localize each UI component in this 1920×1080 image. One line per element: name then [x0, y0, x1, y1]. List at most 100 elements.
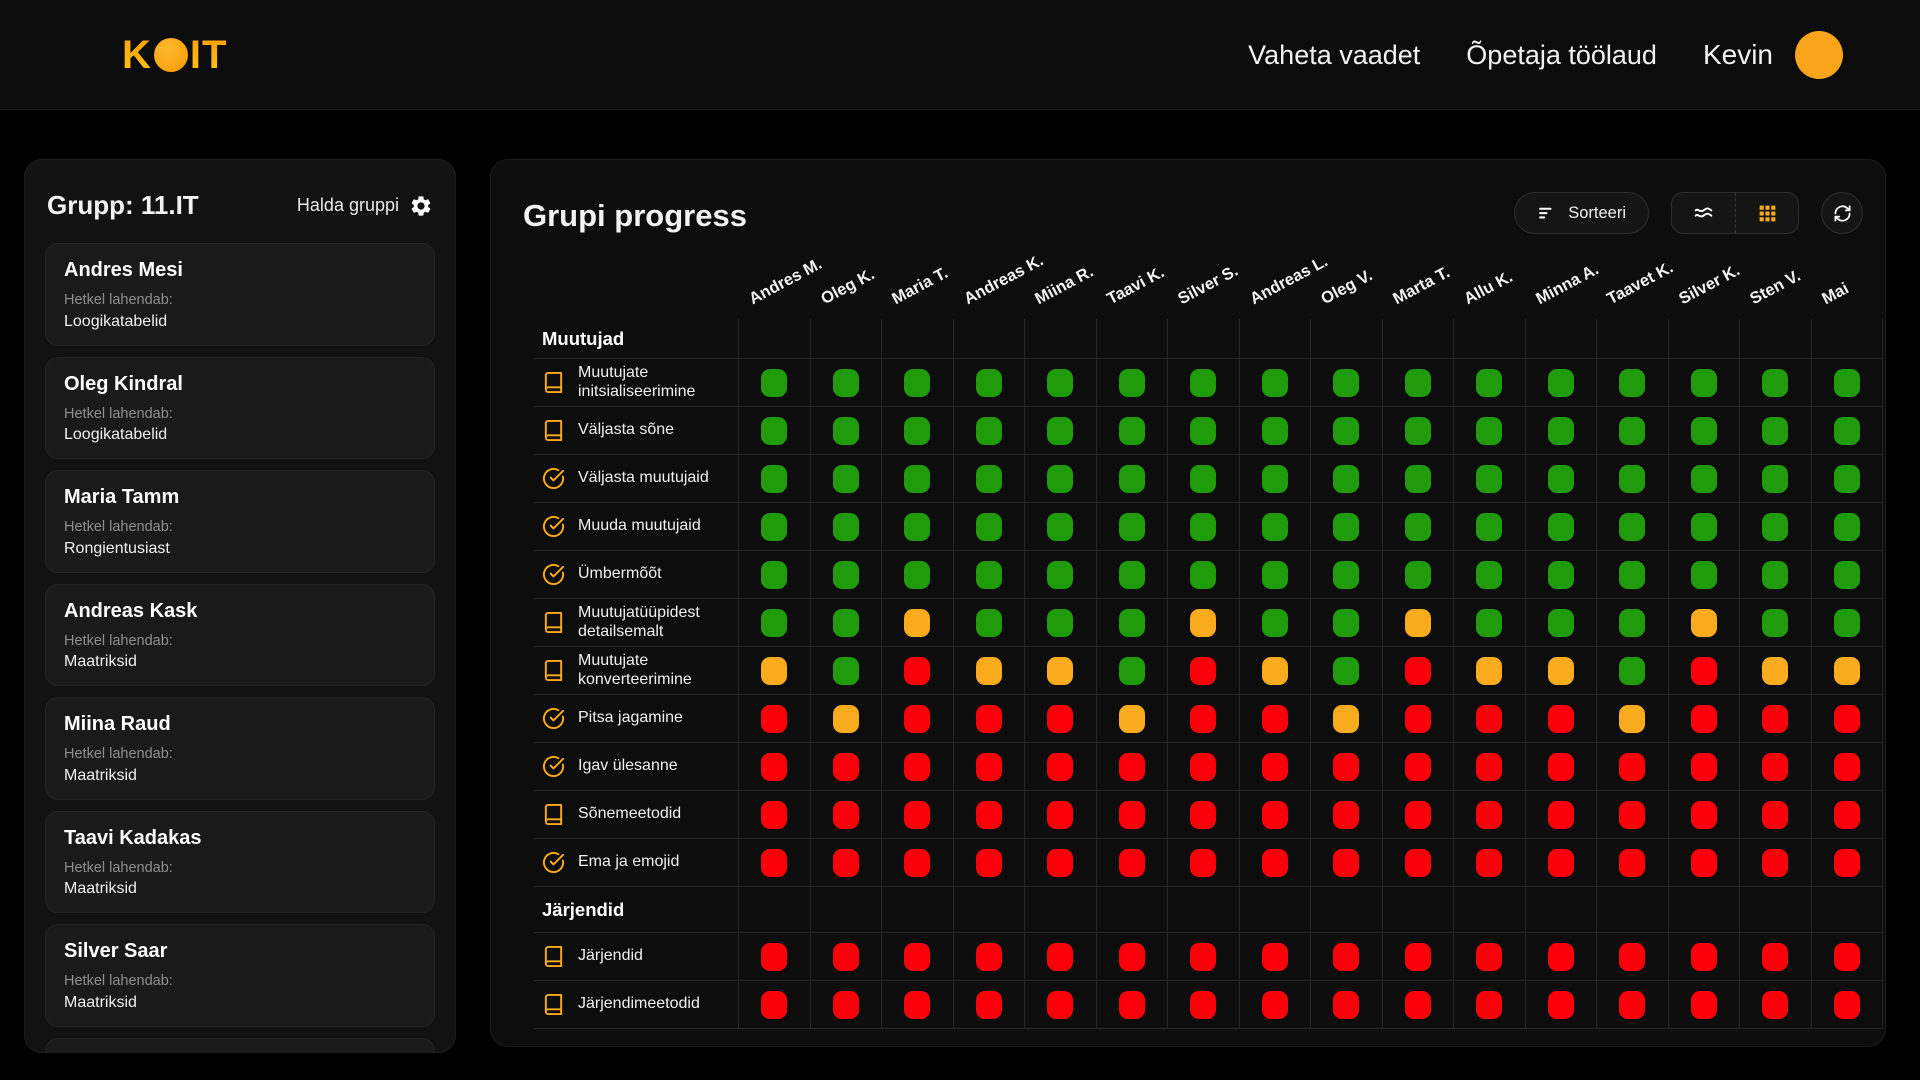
status-pill[interactable] — [1476, 369, 1502, 397]
status-pill[interactable] — [976, 753, 1002, 781]
status-pill[interactable] — [1190, 561, 1216, 589]
status-pill[interactable] — [1762, 465, 1788, 493]
status-pill[interactable] — [1119, 369, 1145, 397]
status-pill[interactable] — [1762, 943, 1788, 971]
status-pill[interactable] — [761, 849, 787, 877]
status-pill[interactable] — [1548, 849, 1574, 877]
status-pill[interactable] — [1548, 561, 1574, 589]
status-pill[interactable] — [1119, 657, 1145, 685]
status-pill[interactable] — [1548, 991, 1574, 1019]
nav-item-1[interactable]: Vaheta vaadet — [1248, 40, 1420, 71]
status-pill[interactable] — [833, 609, 859, 637]
column-header-student[interactable]: Minna A. — [1533, 260, 1602, 309]
status-pill[interactable] — [1333, 849, 1359, 877]
status-pill[interactable] — [976, 417, 1002, 445]
status-pill[interactable] — [1619, 657, 1645, 685]
column-header-student[interactable]: Oleg V. — [1318, 266, 1376, 309]
status-pill[interactable] — [1262, 609, 1288, 637]
status-pill[interactable] — [1333, 657, 1359, 685]
status-pill[interactable] — [1262, 417, 1288, 445]
status-pill[interactable] — [1405, 705, 1431, 733]
status-pill[interactable] — [1834, 753, 1860, 781]
status-pill[interactable] — [1119, 943, 1145, 971]
student-card[interactable]: Maria TammHetkel lahendab:Rongientusiast — [45, 470, 435, 573]
status-pill[interactable] — [1548, 417, 1574, 445]
status-pill[interactable] — [761, 513, 787, 541]
status-pill[interactable] — [1405, 465, 1431, 493]
status-pill[interactable] — [1405, 991, 1431, 1019]
status-pill[interactable] — [1548, 753, 1574, 781]
status-pill[interactable] — [833, 417, 859, 445]
status-pill[interactable] — [1333, 369, 1359, 397]
status-pill[interactable] — [1047, 369, 1073, 397]
status-pill[interactable] — [1190, 753, 1216, 781]
user-avatar[interactable] — [1795, 31, 1843, 79]
status-pill[interactable] — [1548, 369, 1574, 397]
status-pill[interactable] — [1834, 991, 1860, 1019]
status-pill[interactable] — [1548, 943, 1574, 971]
status-pill[interactable] — [761, 369, 787, 397]
status-pill[interactable] — [833, 369, 859, 397]
status-pill[interactable] — [833, 943, 859, 971]
status-pill[interactable] — [761, 991, 787, 1019]
status-pill[interactable] — [1190, 801, 1216, 829]
status-pill[interactable] — [833, 991, 859, 1019]
status-pill[interactable] — [904, 417, 930, 445]
koit-logo[interactable]: KIT — [122, 0, 227, 110]
manage-group-button[interactable]: Halda gruppi — [297, 194, 433, 218]
status-pill[interactable] — [1262, 513, 1288, 541]
status-pill[interactable] — [761, 705, 787, 733]
column-header-student[interactable]: Allu K. — [1461, 268, 1516, 309]
status-pill[interactable] — [1476, 609, 1502, 637]
status-pill[interactable] — [1405, 753, 1431, 781]
status-pill[interactable] — [1834, 465, 1860, 493]
status-pill[interactable] — [1190, 991, 1216, 1019]
status-pill[interactable] — [1047, 943, 1073, 971]
status-pill[interactable] — [1262, 801, 1288, 829]
status-pill[interactable] — [833, 513, 859, 541]
status-pill[interactable] — [1762, 369, 1788, 397]
status-pill[interactable] — [976, 801, 1002, 829]
status-pill[interactable] — [904, 753, 930, 781]
status-pill[interactable] — [761, 561, 787, 589]
status-pill[interactable] — [1834, 609, 1860, 637]
status-pill[interactable] — [1047, 753, 1073, 781]
status-pill[interactable] — [1047, 991, 1073, 1019]
status-pill[interactable] — [976, 943, 1002, 971]
status-pill[interactable] — [1476, 753, 1502, 781]
status-pill[interactable] — [1476, 513, 1502, 541]
status-pill[interactable] — [1476, 417, 1502, 445]
status-pill[interactable] — [1619, 849, 1645, 877]
status-pill[interactable] — [1405, 849, 1431, 877]
user-menu[interactable]: Kevin — [1703, 31, 1843, 79]
status-pill[interactable] — [1405, 417, 1431, 445]
column-header-student[interactable]: Andreas L. — [1247, 252, 1331, 309]
status-pill[interactable] — [833, 657, 859, 685]
status-pill[interactable] — [1405, 657, 1431, 685]
status-pill[interactable] — [1047, 561, 1073, 589]
status-pill[interactable] — [1119, 753, 1145, 781]
status-pill[interactable] — [1691, 705, 1717, 733]
status-pill[interactable] — [1762, 801, 1788, 829]
status-pill[interactable] — [904, 609, 930, 637]
status-pill[interactable] — [1262, 849, 1288, 877]
status-pill[interactable] — [1834, 417, 1860, 445]
status-pill[interactable] — [1691, 465, 1717, 493]
status-pill[interactable] — [1548, 465, 1574, 493]
status-pill[interactable] — [833, 801, 859, 829]
status-pill[interactable] — [1619, 991, 1645, 1019]
column-header-student[interactable]: Taavet K. — [1604, 258, 1677, 309]
status-pill[interactable] — [1190, 943, 1216, 971]
status-pill[interactable] — [904, 849, 930, 877]
status-pill[interactable] — [1190, 705, 1216, 733]
status-pill[interactable] — [1548, 657, 1574, 685]
status-pill[interactable] — [904, 943, 930, 971]
status-pill[interactable] — [1262, 943, 1288, 971]
status-pill[interactable] — [833, 849, 859, 877]
status-pill[interactable] — [1405, 943, 1431, 971]
status-pill[interactable] — [833, 561, 859, 589]
status-pill[interactable] — [1047, 657, 1073, 685]
status-pill[interactable] — [1262, 465, 1288, 493]
student-card[interactable]: Taavi KotkasHetkel lahendab:Maatriksid — [45, 1038, 435, 1053]
status-pill[interactable] — [904, 369, 930, 397]
